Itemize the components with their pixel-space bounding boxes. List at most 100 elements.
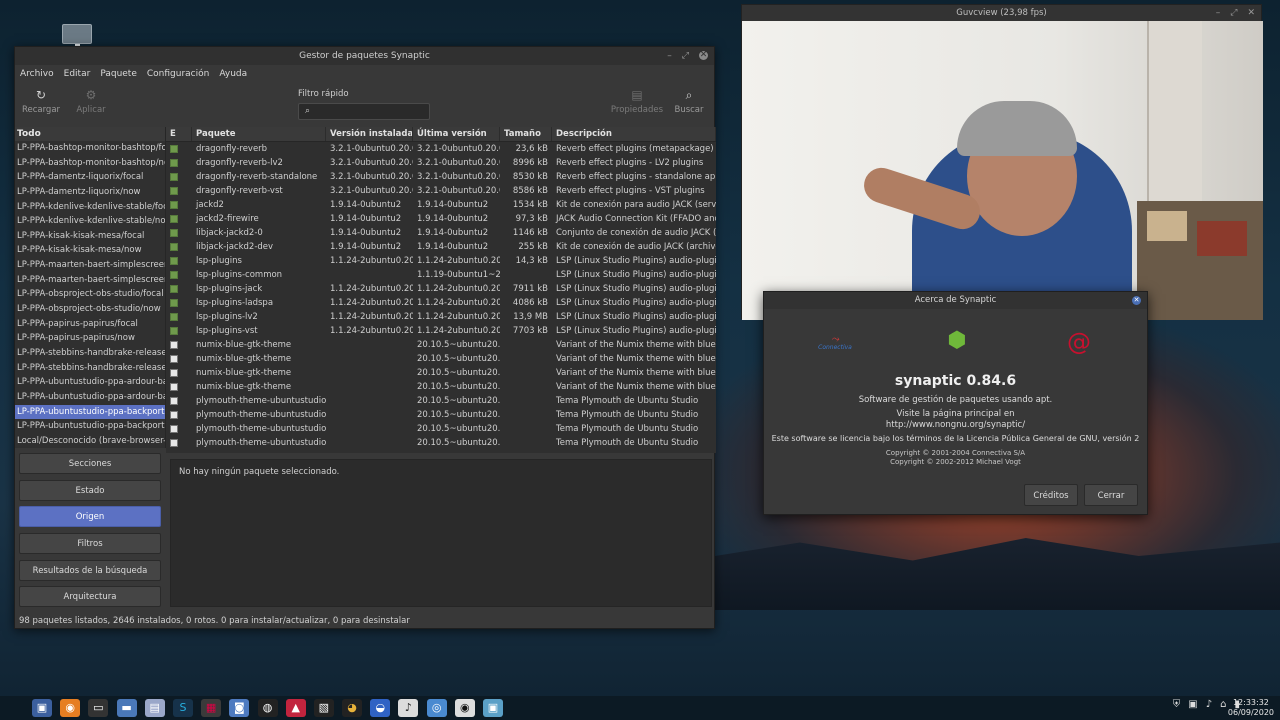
search-results-button[interactable]: Resultados de la búsqueda (19, 559, 161, 581)
menu-editar[interactable]: Editar (64, 69, 91, 79)
minimize-icon[interactable]: – (1216, 5, 1221, 21)
package-checkbox[interactable] (170, 439, 178, 447)
volume-icon[interactable]: ♪ (1206, 699, 1212, 710)
origins-list[interactable]: Todo LP-PPA-bashtop-monitor-bashtop/foc L… (15, 127, 166, 448)
origin-item[interactable]: LP-PPA-damentz-liquorix/focal (15, 170, 165, 185)
package-checkbox[interactable] (170, 383, 178, 391)
origin-item[interactable]: LP-PPA-stebbins-handbrake-releases, (15, 346, 165, 361)
s-app-icon[interactable]: S (172, 699, 193, 717)
package-checkbox[interactable] (170, 201, 178, 209)
status-checkbox[interactable] (166, 212, 192, 226)
status-checkbox[interactable] (166, 184, 192, 198)
status-checkbox[interactable] (166, 366, 192, 380)
about-titlebar[interactable]: Acerca de Synaptic ✕ (764, 292, 1147, 309)
package-checkbox[interactable] (170, 299, 178, 307)
table-row[interactable]: libjack-jackd2-dev 1.9.14-0ubuntu2 1.9.14-… (166, 240, 716, 254)
webcam-app-icon[interactable]: ◉ (454, 699, 475, 717)
reload-button[interactable]: ↻ Recargar (15, 87, 67, 115)
desktop-computer-icon[interactable] (62, 24, 92, 48)
column-description[interactable]: Descripción (552, 127, 716, 141)
package-checkbox[interactable] (170, 145, 178, 153)
origin-item[interactable]: LP-PPA-obsproject-obs-studio/focal (15, 287, 165, 302)
menu-configuracion[interactable]: Configuración (147, 69, 209, 79)
status-checkbox[interactable] (166, 254, 192, 268)
status-checkbox[interactable] (166, 338, 192, 352)
filters-button[interactable]: Filtros (19, 533, 161, 555)
package-checkbox[interactable] (170, 341, 178, 349)
package-checkbox[interactable] (170, 271, 178, 279)
music-icon[interactable]: ♪ (398, 699, 419, 717)
package-checkbox[interactable] (170, 411, 178, 419)
status-checkbox[interactable] (166, 268, 192, 282)
status-checkbox[interactable] (166, 352, 192, 366)
origins-header[interactable]: Todo (15, 127, 165, 141)
origin-item[interactable]: LP-PPA-ubuntustudio-ppa-ardour-ba (15, 375, 165, 390)
package-checkbox[interactable] (170, 257, 178, 265)
origin-item[interactable]: LP-PPA-damentz-liquorix/now (15, 185, 165, 200)
gimp-icon[interactable]: ◕ (342, 699, 363, 717)
close-icon[interactable]: ✕ (699, 51, 708, 60)
text-editor-icon[interactable]: ▤ (144, 699, 165, 717)
package-checkbox[interactable] (170, 327, 178, 335)
status-checkbox[interactable] (166, 380, 192, 394)
origin-item[interactable]: LP-PPA-papirus-papirus/focal (15, 317, 165, 332)
shield-icon[interactable]: ⛨ (1173, 699, 1181, 710)
clock[interactable]: 12:33:32 06/09/2020 (1228, 698, 1274, 718)
package-checkbox[interactable] (170, 243, 178, 251)
status-checkbox[interactable] (166, 296, 192, 310)
architecture-button[interactable]: Arquitectura (19, 586, 161, 608)
table-row[interactable]: dragonfly-reverb-lv2 3.2.1-0ubuntu0.20.0 3… (166, 156, 716, 170)
column-latest-version[interactable]: Última versión (413, 127, 500, 141)
table-row[interactable]: numix-blue-gtk-theme 20.10.5~ubuntu20.0 Va… (166, 352, 716, 366)
column-size[interactable]: Tamaño (500, 127, 552, 141)
status-checkbox[interactable] (166, 324, 192, 338)
origin-item[interactable]: LP-PPA-kisak-kisak-mesa/focal (15, 229, 165, 244)
search-button[interactable]: ⌕ Buscar (663, 87, 715, 115)
camera-icon[interactable]: ◙ (229, 699, 250, 717)
steam-icon[interactable]: ◎ (426, 699, 447, 717)
package-checkbox[interactable] (170, 187, 178, 195)
table-row[interactable]: plymouth-theme-ubuntustudio 20.10.5~ubunt… (166, 422, 716, 436)
status-checkbox[interactable] (166, 240, 192, 254)
start-menu-icon[interactable]: ▣ (32, 699, 52, 717)
status-checkbox[interactable] (166, 282, 192, 296)
origin-item[interactable]: LP-PPA-bashtop-monitor-bashtop/foc (15, 141, 165, 156)
status-checkbox[interactable] (166, 156, 192, 170)
origin-item[interactable]: LP-PPA-ubuntustudio-ppa-ardour-ba (15, 390, 165, 405)
maximize-icon[interactable]: ⤢ (1230, 5, 1237, 21)
table-row[interactable]: numix-blue-gtk-theme 20.10.5~ubuntu20.0 Va… (166, 380, 716, 394)
quick-filter-input[interactable]: ⌕ (298, 103, 430, 120)
package-checkbox[interactable] (170, 369, 178, 377)
origin-item[interactable]: LP-PPA-bashtop-monitor-bashtop/no (15, 156, 165, 171)
table-row[interactable]: dragonfly-reverb-vst 3.2.1-0ubuntu0.20.0 3… (166, 184, 716, 198)
close-button[interactable]: Cerrar (1084, 484, 1138, 506)
network-icon[interactable]: ⌂ (1220, 699, 1226, 710)
table-row[interactable]: dragonfly-reverb 3.2.1-0ubuntu0.20.0 3.2.1… (166, 142, 716, 156)
table-row[interactable]: jackd2-firewire 1.9.14-0ubuntu2 1.9.14-0ub… (166, 212, 716, 226)
table-row[interactable]: lsp-plugins-common 1.1.19-0ubuntu1~20 LSP … (166, 268, 716, 282)
table-row[interactable]: libjack-jackd2-0 1.9.14-0ubuntu2 1.9.14-0u… (166, 226, 716, 240)
table-row[interactable]: numix-blue-gtk-theme 20.10.5~ubuntu20.0 Va… (166, 338, 716, 352)
table-row[interactable]: plymouth-theme-ubuntustudio 20.10.5~ubunt… (166, 436, 716, 450)
origin-item[interactable]: Local/Desconocido (brave-browser-a (15, 434, 165, 449)
ardour-icon[interactable]: ▲ (285, 699, 306, 717)
status-checkbox[interactable] (166, 142, 192, 156)
table-row[interactable]: numix-blue-gtk-theme 20.10.5~ubuntu20.0 Va… (166, 366, 716, 380)
table-row[interactable]: lsp-plugins-jack 1.1.24-2ubuntu0.20. 1.1.2… (166, 282, 716, 296)
status-checkbox[interactable] (166, 408, 192, 422)
apply-button[interactable]: ⚙ Aplicar (65, 87, 117, 115)
status-checkbox[interactable] (166, 394, 192, 408)
minimize-icon[interactable]: – (667, 47, 672, 65)
package-checkbox[interactable] (170, 397, 178, 405)
handbrake-icon[interactable]: ◒ (370, 699, 391, 717)
origin-item[interactable]: LP-PPA-stebbins-handbrake-releases, (15, 361, 165, 376)
table-row[interactable]: plymouth-theme-ubuntustudio 20.10.5~ubunt… (166, 394, 716, 408)
menu-ayuda[interactable]: Ayuda (219, 69, 247, 79)
guvcview-titlebar[interactable]: Guvcview (23,98 fps) – ⤢ ✕ (742, 5, 1261, 21)
origin-item[interactable]: LP-PPA-kisak-kisak-mesa/now (15, 243, 165, 258)
column-installed-version[interactable]: Versión instalada (326, 127, 413, 141)
package-checkbox[interactable] (170, 425, 178, 433)
package-table[interactable]: E Paquete Versión instalada Última versi… (166, 127, 716, 453)
status-button[interactable]: Estado (19, 479, 161, 501)
status-checkbox[interactable] (166, 198, 192, 212)
